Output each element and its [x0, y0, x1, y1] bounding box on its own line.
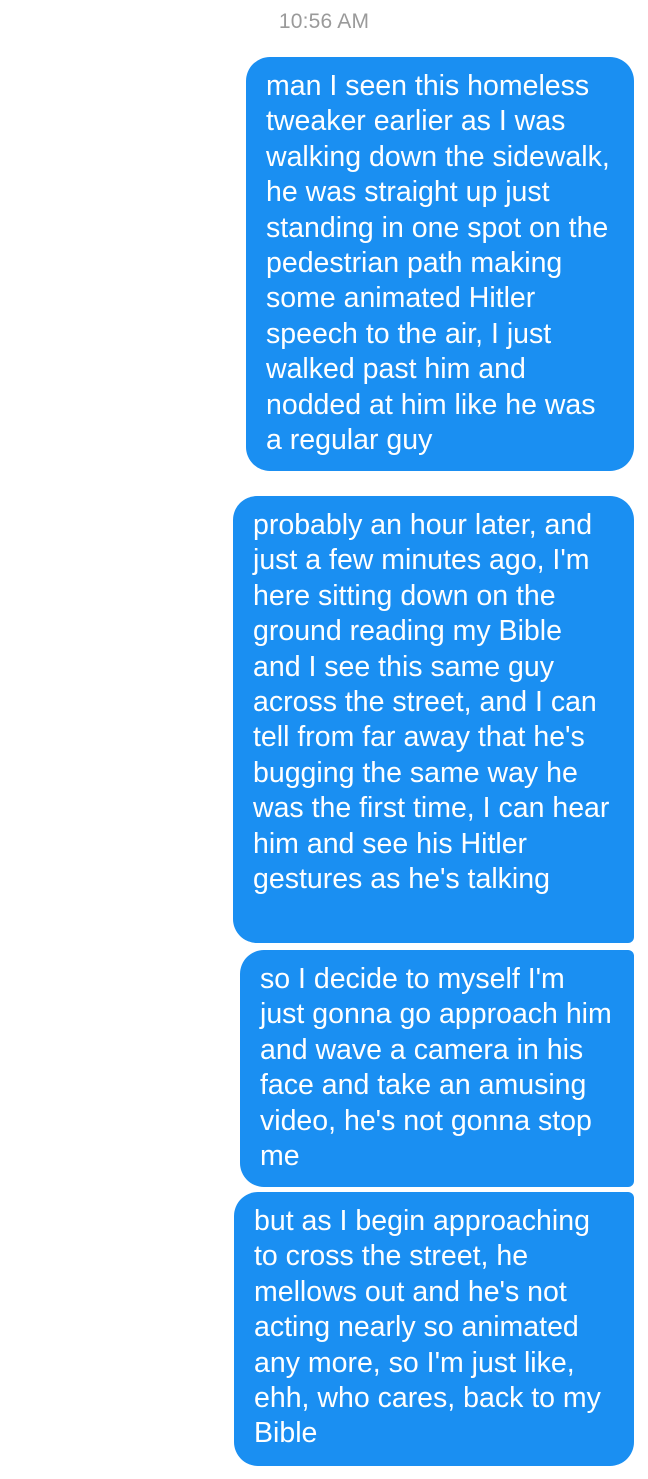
- sent-message-bubble[interactable]: so I decide to myself I'm just gonna go …: [240, 950, 634, 1187]
- sent-message-bubble[interactable]: but as I begin approaching to cross the …: [234, 1192, 634, 1466]
- sent-message-bubble[interactable]: man I seen this homeless tweaker earlier…: [246, 57, 634, 471]
- sent-message-bubble[interactable]: probably an hour later, and just a few m…: [233, 496, 634, 943]
- message-thread: 10:56 AM man I seen this homeless tweake…: [0, 0, 648, 1479]
- message-timestamp: 10:56 AM: [278, 10, 370, 33]
